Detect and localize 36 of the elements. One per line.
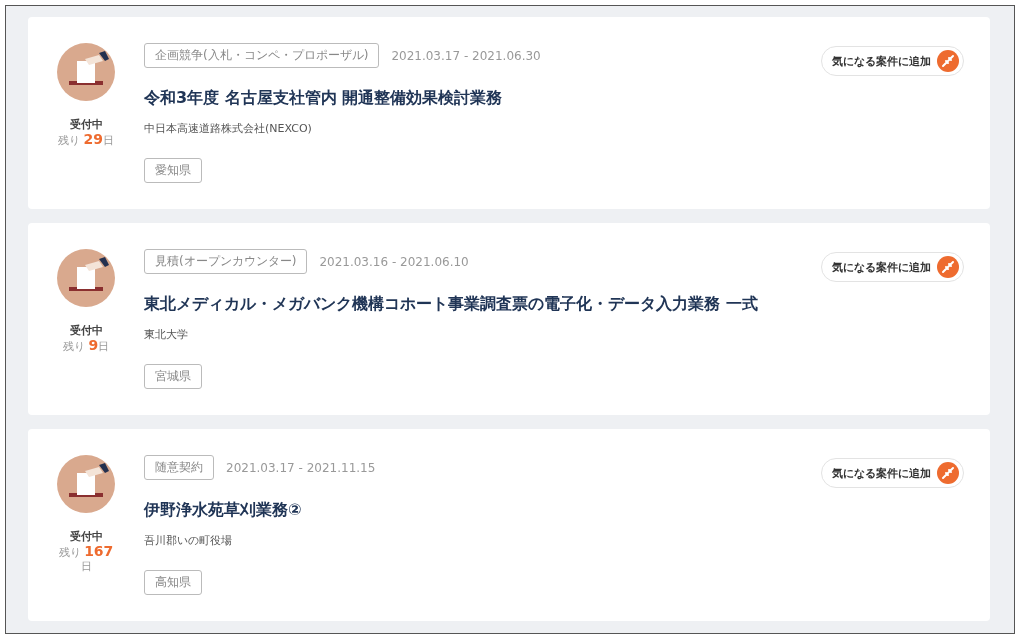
pin-icon bbox=[937, 50, 959, 72]
remaining-days: 9 bbox=[88, 337, 99, 353]
bookmark-button[interactable]: 気になる案件に追加 bbox=[821, 46, 964, 76]
period-text: 2021.03.17 - 2021.06.30 bbox=[391, 48, 541, 63]
category-tag: 企画競争(入札・コンペ・プロポーザル) bbox=[144, 43, 380, 68]
pin-icon bbox=[937, 256, 959, 278]
organization-name: 中日本高速道路株式会社(NEXCO) bbox=[144, 121, 312, 136]
status-label: 受付中 bbox=[69, 117, 103, 132]
remaining-days: 29 bbox=[83, 131, 103, 147]
period-text: 2021.03.17 - 2021.11.15 bbox=[226, 460, 376, 475]
period-text: 2021.03.16 - 2021.06.10 bbox=[319, 254, 469, 269]
remaining-label: 残り bbox=[58, 134, 81, 147]
remaining-days: 167 bbox=[84, 543, 114, 559]
organization-name: 吾川郡いの町役場 bbox=[144, 533, 232, 548]
status-label: 受付中 bbox=[69, 529, 103, 544]
ballot-box-icon bbox=[57, 455, 115, 513]
prefecture-tag: 宮城県 bbox=[144, 364, 202, 389]
days-unit: 日 bbox=[98, 340, 110, 353]
days-unit: 日 bbox=[80, 560, 92, 573]
bookmark-button[interactable]: 気になる案件に追加 bbox=[821, 458, 964, 488]
listing-title[interactable]: 東北メディカル・メガバンク機構コホート事業調査票の電子化・データ入力業務 一式 bbox=[144, 294, 758, 315]
ballot-box-icon bbox=[57, 249, 115, 307]
prefecture-tag: 愛知県 bbox=[144, 158, 202, 183]
prefecture-tag: 高知県 bbox=[144, 570, 202, 595]
remaining-label: 残り bbox=[58, 546, 82, 559]
category-tag: 見積(オープンカウンター) bbox=[144, 249, 308, 274]
listing-title[interactable]: 令和3年度 名古屋支社管内 開通整備効果検討業務 bbox=[144, 88, 503, 109]
bookmark-button[interactable]: 気になる案件に追加 bbox=[821, 252, 964, 282]
days-unit: 日 bbox=[103, 134, 114, 147]
category-tag: 随意契約 bbox=[144, 455, 214, 480]
remaining-label: 残り bbox=[62, 340, 86, 353]
ballot-box-icon bbox=[57, 43, 115, 101]
organization-name: 東北大学 bbox=[144, 327, 188, 342]
status-label: 受付中 bbox=[69, 323, 103, 338]
listing-title[interactable]: 伊野浄水苑草刈業務② bbox=[144, 500, 302, 521]
pin-icon bbox=[937, 462, 959, 484]
